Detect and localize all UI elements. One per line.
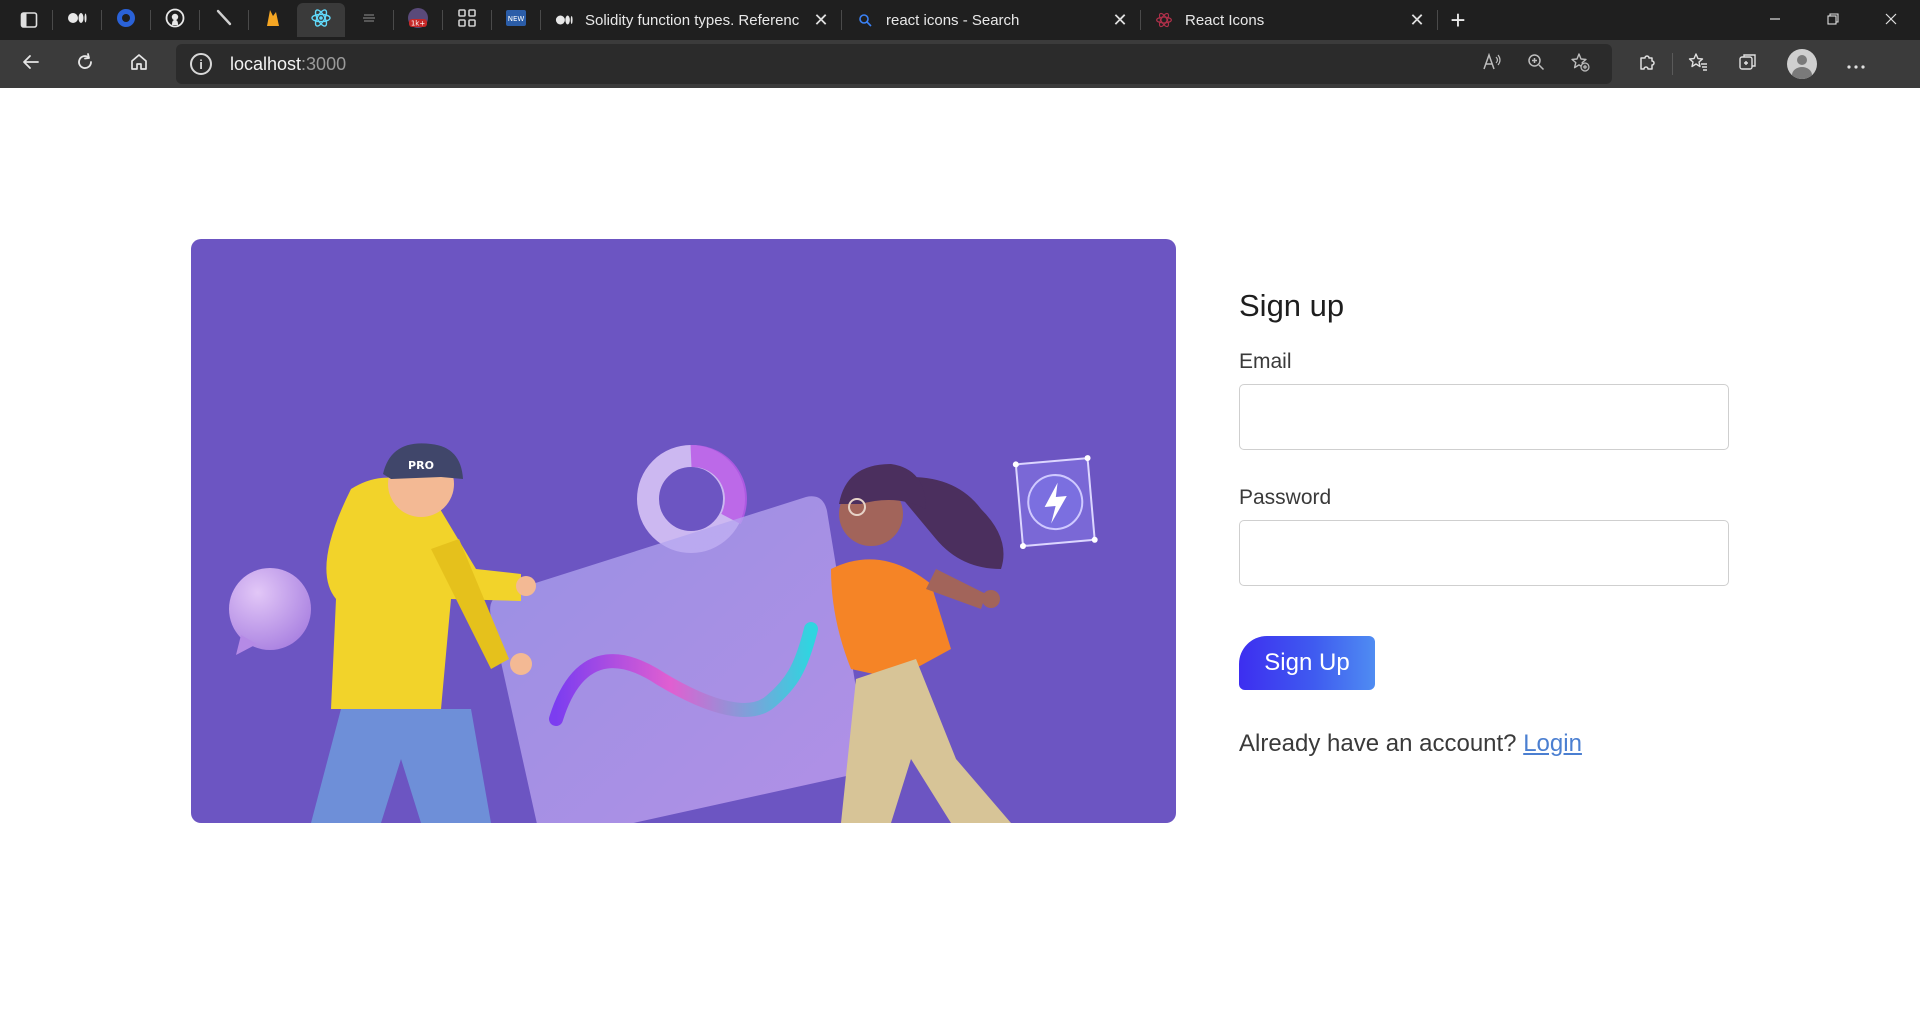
- speech-bubble-shape: [229, 568, 311, 655]
- hero-illustration: PRO: [191, 239, 1176, 823]
- page-content: PRO Sign up Email Password Sign Up Alrea…: [0, 88, 1920, 1030]
- pinned-tab-react[interactable]: [297, 3, 345, 37]
- restore-button[interactable]: [1804, 0, 1862, 40]
- page-title: Sign up: [1239, 288, 1345, 323]
- girl-figure: [831, 464, 1011, 823]
- minimize-icon: [1769, 10, 1781, 30]
- close-tab-icon[interactable]: ✕: [1407, 10, 1427, 30]
- restore-icon: [1827, 10, 1839, 30]
- avatar: [1787, 49, 1817, 79]
- glass-panel-shape: [490, 496, 867, 823]
- address-url[interactable]: localhost:3000: [212, 54, 346, 75]
- read-aloud-button[interactable]: [1470, 46, 1514, 82]
- read-aloud-icon: [1482, 52, 1502, 76]
- password-field[interactable]: [1239, 520, 1729, 586]
- circle-icon: [116, 8, 136, 32]
- browser-toolbar: i localhost:3000: [0, 40, 1920, 88]
- grid-icon: [457, 8, 477, 32]
- tab-title: react icons - Search: [886, 11, 1020, 29]
- new-tab-button[interactable]: +: [1438, 3, 1478, 37]
- news-badge-label: NEW: [508, 15, 525, 23]
- feather-icon: [215, 9, 233, 31]
- extensions-button[interactable]: [1622, 44, 1672, 84]
- login-prompt-text: Already have an account?: [1239, 730, 1517, 757]
- window-controls: [1746, 0, 1920, 40]
- tab-react-icons[interactable]: React Icons ✕: [1141, 3, 1437, 37]
- collections-icon: [1738, 52, 1758, 77]
- close-tab-icon[interactable]: ✕: [811, 10, 831, 30]
- browser-tab-bar: 1k+ NEW Solidity function types. Referen…: [0, 0, 1920, 40]
- lightning-card-shape: [1012, 455, 1098, 550]
- password-label: Password: [1239, 486, 1332, 509]
- refresh-button[interactable]: [62, 44, 108, 84]
- tab-solidity[interactable]: Solidity function types. Referenc ✕: [541, 3, 841, 37]
- site-info-icon[interactable]: i: [190, 53, 212, 75]
- zoom-button[interactable]: [1514, 46, 1558, 82]
- address-port: :3000: [301, 53, 347, 74]
- puzzle-icon: [1637, 52, 1657, 77]
- more-horizontal-icon: [1846, 54, 1866, 75]
- tab-title: React Icons: [1185, 11, 1265, 29]
- favorites-icon: [1688, 52, 1708, 77]
- home-icon: [129, 52, 149, 77]
- strike-icon: [360, 9, 378, 31]
- medium-icon: [67, 11, 87, 29]
- collections-button[interactable]: [1723, 44, 1773, 84]
- pinned-tab-badge[interactable]: 1k+: [394, 3, 442, 37]
- tab-actions-icon[interactable]: [10, 3, 48, 37]
- pinned-tab-strike[interactable]: [345, 3, 393, 37]
- minimize-button[interactable]: [1746, 0, 1804, 40]
- badge-count-label: 1k+: [411, 20, 426, 28]
- cap-text: PRO: [408, 459, 434, 472]
- pinned-tab-github[interactable]: [151, 3, 199, 37]
- email-label: Email: [1239, 350, 1292, 373]
- email-field[interactable]: [1239, 384, 1729, 450]
- sign-up-button[interactable]: Sign Up: [1239, 636, 1375, 690]
- medium-icon: [555, 11, 573, 29]
- pinned-tab-news[interactable]: NEW: [492, 3, 540, 37]
- favorites-button[interactable]: [1673, 44, 1723, 84]
- signup-form: Sign up Email Password Sign Up Already h…: [1239, 288, 1729, 758]
- zoom-in-icon: [1527, 53, 1545, 76]
- login-link[interactable]: Login: [1523, 730, 1582, 757]
- tab-react-icons-search[interactable]: react icons - Search ✕: [842, 3, 1140, 37]
- news-icon: NEW: [505, 9, 527, 31]
- react-icon: [310, 7, 332, 33]
- profile-button[interactable]: [1773, 44, 1831, 84]
- close-icon: [1885, 10, 1897, 30]
- react-icon: [1155, 11, 1173, 29]
- close-tab-icon[interactable]: ✕: [1110, 10, 1130, 30]
- plus-icon: +: [1450, 4, 1466, 35]
- address-bar-actions: [1470, 46, 1612, 82]
- pinned-tab-feather[interactable]: [200, 3, 248, 37]
- pinned-tab-firebase[interactable]: [249, 3, 297, 37]
- address-host: localhost: [230, 53, 302, 74]
- add-favorite-button[interactable]: [1558, 46, 1602, 82]
- arrow-left-icon: [21, 52, 41, 77]
- address-bar[interactable]: i localhost:3000: [176, 44, 1612, 84]
- home-button[interactable]: [116, 44, 162, 84]
- hero-illustration-art: PRO: [229, 443, 1098, 823]
- github-icon: [165, 8, 185, 32]
- badge-icon: 1k+: [407, 7, 429, 33]
- pinned-tab-medium[interactable]: [53, 3, 101, 37]
- pinned-tab-circle[interactable]: [102, 3, 150, 37]
- close-window-button[interactable]: [1862, 0, 1920, 40]
- firebase-icon: [265, 8, 281, 32]
- tab-title: Solidity function types. Referenc: [585, 11, 800, 29]
- toolbar-actions: [1622, 44, 1881, 84]
- star-add-icon: [1570, 52, 1590, 77]
- settings-more-button[interactable]: [1831, 44, 1881, 84]
- login-prompt-row: Already have an account? Login: [1239, 730, 1729, 758]
- back-button[interactable]: [8, 44, 54, 84]
- search-icon: [856, 11, 874, 29]
- refresh-icon: [75, 52, 95, 77]
- pinned-tab-grid[interactable]: [443, 3, 491, 37]
